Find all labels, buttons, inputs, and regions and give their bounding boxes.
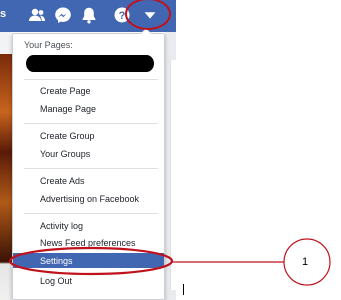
menu-item-create-page[interactable]: Create Page [40, 86, 91, 96]
menu-item-news-feed-preferences[interactable]: News Feed preferences [40, 238, 136, 248]
menu-item-create-ads[interactable]: Create Ads [40, 176, 85, 186]
text-cursor [183, 284, 184, 295]
menu-divider [24, 168, 158, 169]
help-icon[interactable]: ? [112, 5, 132, 25]
menu-item-advertising-on-facebook[interactable]: Advertising on Facebook [40, 194, 139, 204]
menu-item-activity-log[interactable]: Activity log [40, 221, 83, 231]
messenger-icon[interactable] [53, 5, 73, 25]
redacted-page-name[interactable] [26, 55, 154, 72]
feed-card-edge [170, 60, 176, 290]
menu-item-your-groups[interactable]: Your Groups [40, 149, 90, 159]
menu-item-log-out[interactable]: Log Out [40, 276, 72, 286]
menu-divider [24, 213, 158, 214]
account-dropdown-icon[interactable] [141, 6, 159, 24]
notifications-bell-icon[interactable] [79, 5, 99, 25]
menu-item-highlight [13, 253, 164, 268]
menu-caret [140, 28, 152, 34]
menu-item-manage-page[interactable]: Manage Page [40, 104, 96, 114]
menu-item-create-group[interactable]: Create Group [40, 131, 95, 141]
callout-number: 1 [302, 256, 309, 268]
topbar-cut-text: s [0, 8, 7, 20]
friends-icon[interactable] [27, 5, 47, 25]
svg-text:?: ? [119, 10, 126, 22]
menu-divider [24, 79, 158, 80]
page-background-photo [0, 32, 12, 300]
menu-item-settings[interactable]: Settings [40, 256, 73, 266]
your-pages-header: Your Pages: [24, 40, 73, 50]
menu-divider [24, 123, 158, 124]
